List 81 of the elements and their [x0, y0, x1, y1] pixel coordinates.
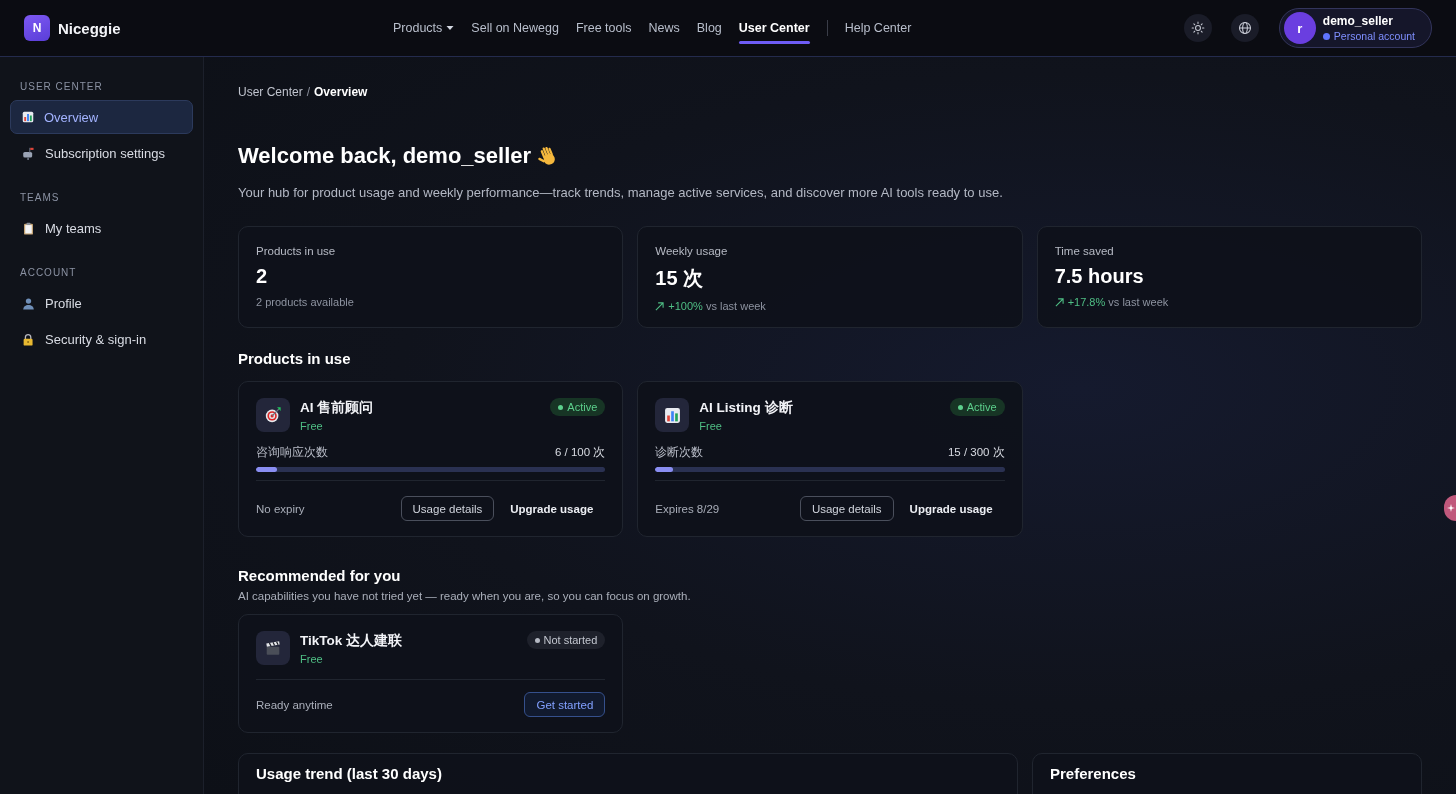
bar-chart-icon — [22, 111, 34, 123]
upgrade-button[interactable]: Upgrade usage — [498, 496, 606, 521]
usage-metric-label: 咨询响应次数 — [256, 445, 328, 460]
account-type: Personal account — [1333, 30, 1415, 42]
user-name: demo_seller — [1322, 14, 1393, 28]
stat-label: Time saved — [1054, 245, 1115, 257]
expiry-text: No expiry — [256, 502, 305, 515]
panel-title: Usage trend (last 30 days) — [256, 765, 442, 782]
lock-icon — [22, 332, 35, 346]
usage-details-button[interactable]: Usage details — [799, 496, 894, 521]
expiry-text: Expires 8/29 — [655, 502, 720, 515]
get-started-button[interactable]: Get started — [524, 692, 606, 717]
usage-metric-label: 诊断次数 — [655, 445, 704, 460]
sidebar-item[interactable]: Profile — [10, 286, 193, 320]
brand-name: Niceggie — [58, 19, 121, 37]
account-menu-button[interactable]: r demo_seller Personal account — [1278, 8, 1432, 48]
user-avatar: r — [1283, 12, 1316, 44]
panel-title: Preferences — [1050, 765, 1136, 782]
plan-label: Free — [300, 419, 324, 432]
stat-label: Products in use — [256, 245, 337, 257]
status-dot-icon — [558, 404, 564, 410]
status-dot-icon — [534, 637, 540, 643]
stat-label: Weekly usage — [655, 245, 729, 257]
status-badge: Active — [550, 398, 606, 416]
sidebar-item[interactable]: Overview — [10, 100, 193, 134]
stat-value: 7.5 hours — [1054, 265, 1145, 288]
section-description: AI capabilities you have not tried yet — ready when you are, so you can focus on growth. — [238, 590, 692, 602]
usage-count: 15 / 300 次 — [947, 445, 1005, 460]
stat-note: +17.8% vs last week — [1067, 296, 1169, 308]
status-dot-icon — [957, 404, 963, 410]
nav-link[interactable]: User Center — [738, 0, 810, 57]
clipboard-icon — [22, 221, 35, 235]
stat-note: +100% vs last week — [668, 300, 766, 312]
arrow-up-right-icon — [655, 301, 665, 311]
nav-link[interactable]: Sell on Newegg — [471, 0, 559, 57]
person-icon — [22, 296, 35, 310]
upgrade-button[interactable]: Upgrade usage — [897, 496, 1005, 521]
nav-link[interactable]: Blog — [696, 0, 722, 57]
sun-icon — [1190, 21, 1205, 35]
status-dot-icon — [1322, 32, 1330, 40]
usage-count: 6 / 100 次 — [554, 445, 606, 460]
sidebar-section-title: USER CENTER — [19, 81, 104, 92]
product-name: TikTok 达人建联 — [300, 631, 402, 650]
sidebar-item[interactable]: Security & sign-in — [10, 322, 193, 356]
breadcrumb-separator: / — [306, 85, 311, 99]
clapperboard-icon — [264, 639, 282, 657]
stat-note: 2 products available — [256, 296, 354, 308]
product-name: AI Listing 诊断 — [699, 398, 793, 417]
page-title: Welcome back, demo_seller — [238, 143, 532, 169]
sidebar-section-title: TEAMS — [19, 192, 61, 203]
plan-label: Free — [300, 652, 324, 665]
globe-icon — [1237, 21, 1252, 35]
breadcrumb-current: Overview — [314, 85, 368, 99]
language-button[interactable] — [1230, 14, 1259, 42]
arrow-up-right-icon — [1054, 297, 1064, 307]
usage-details-button[interactable]: Usage details — [400, 496, 495, 521]
bar-chart-icon — [663, 406, 681, 424]
breadcrumb-link[interactable]: User Center — [238, 85, 303, 99]
section-title: Recommended for you — [238, 567, 402, 584]
sparkle-icon — [1447, 504, 1455, 512]
stat-value: 2 — [256, 265, 269, 288]
target-icon — [264, 406, 282, 424]
nav-link[interactable]: Free tools — [575, 0, 632, 57]
nav-link[interactable]: Products — [393, 0, 455, 57]
status-badge: Active — [949, 398, 1005, 416]
caret-icon — [446, 24, 455, 32]
theme-toggle-button[interactable] — [1183, 14, 1212, 42]
availability-text: Ready anytime — [256, 698, 333, 711]
nav-link[interactable]: Help Center — [844, 0, 912, 57]
plan-label: Free — [699, 419, 723, 432]
nav-link[interactable]: News — [648, 0, 680, 57]
sidebar-section-title: ACCOUNT — [19, 267, 78, 278]
page-description: Your hub for product usage and weekly performance—track trends, manage active services, and discover more AI tools ready to use. — [238, 185, 1004, 200]
sidebar-item[interactable]: My teams — [10, 211, 193, 245]
status-badge: Not started — [526, 631, 606, 649]
mailbox-icon — [22, 146, 35, 160]
section-title: Products in use — [238, 350, 352, 367]
stat-value: 15 次 — [655, 266, 705, 291]
sidebar-item[interactable]: Subscription settings — [10, 136, 193, 170]
product-name: AI 售前顾问 — [300, 398, 374, 417]
logo-tile: N — [24, 15, 50, 41]
